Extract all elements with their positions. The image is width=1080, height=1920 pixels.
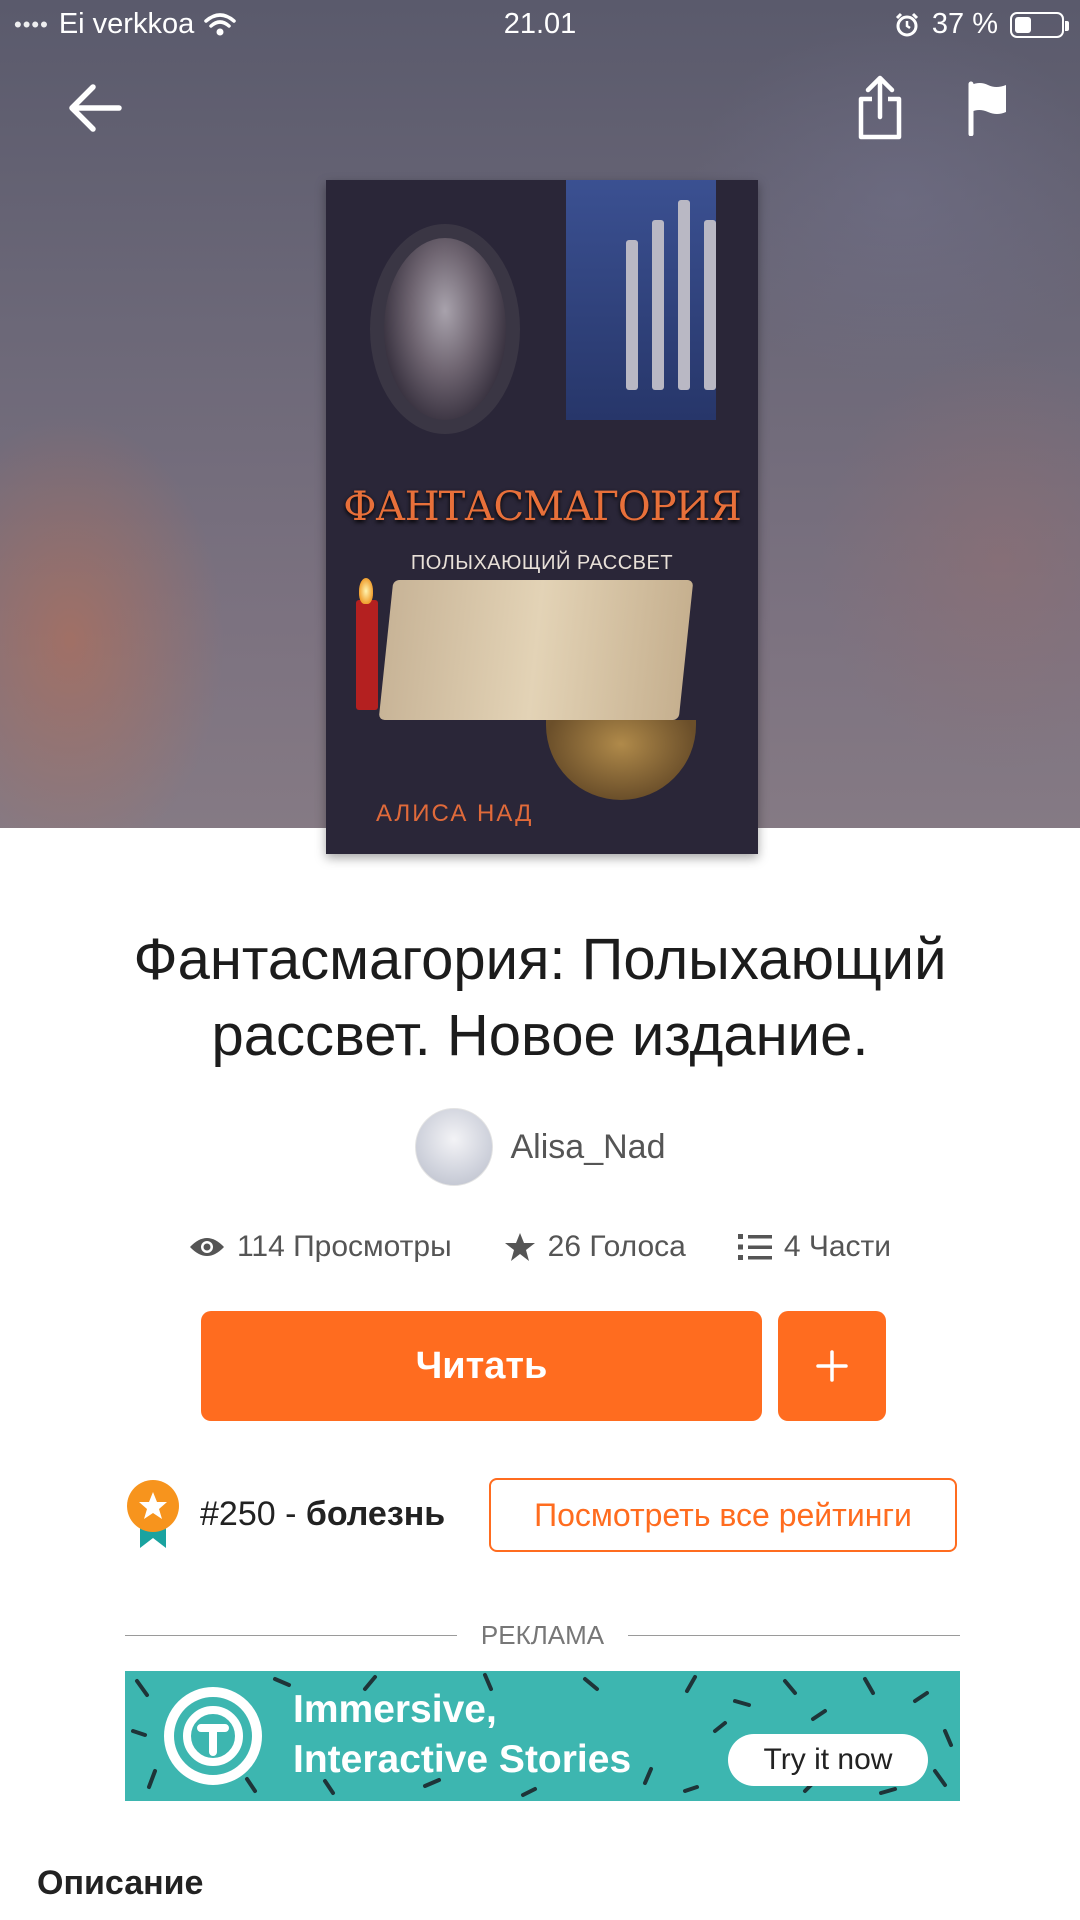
- stat-views: 114 Просмотры: [189, 1230, 452, 1264]
- status-bar: •••• Ei verkkoa 21.01 37 %: [0, 0, 1080, 52]
- arrow-left-icon: [69, 84, 122, 132]
- rank-separator: -: [275, 1494, 306, 1533]
- cover-bowl: [546, 720, 696, 800]
- back-button[interactable]: [62, 72, 126, 144]
- report-button[interactable]: [956, 72, 1020, 144]
- cover-red-candle: [356, 600, 378, 710]
- ad-banner[interactable]: Immersive, Interactive Stories Try it no…: [125, 1671, 960, 1801]
- author-name[interactable]: Alisa_Nad: [511, 1128, 666, 1167]
- plus-icon: [816, 1350, 848, 1382]
- list-icon: [737, 1234, 772, 1260]
- cover-book: [378, 580, 694, 720]
- status-right: 37 %: [894, 8, 1069, 41]
- cover-candelabra: [616, 200, 736, 450]
- ad-headline-line-1: Immersive,: [293, 1688, 497, 1731]
- ad-headline-line-2: Interactive Stories: [293, 1738, 632, 1781]
- cover-subtitle: ПОЛЫХАЮЩИЙ РАССВЕТ: [410, 552, 674, 574]
- story-title: Фантасмагория: Полыхающий рассвет. Новое…: [133, 927, 947, 1068]
- book-cover[interactable]: ФАНТАСМАГОРИЯ ПОЛЫХАЮЩИЙ РАССВЕТ АЛИСА Н…: [326, 180, 758, 854]
- share-button[interactable]: [848, 72, 912, 144]
- author-link[interactable]: Alisa_Nad: [0, 1108, 1080, 1186]
- cover-flame: [359, 578, 373, 604]
- flag-icon: [968, 81, 1006, 136]
- rank-number: #250: [200, 1494, 276, 1533]
- votes-count: 26 Голоса: [547, 1230, 686, 1263]
- cover-title: ФАНТАСМАГОРИЯ: [343, 484, 742, 530]
- cover-author: АЛИСА НАД: [376, 800, 534, 827]
- read-button[interactable]: Читать: [201, 1311, 762, 1421]
- cover-mirror: [370, 224, 520, 434]
- description-heading: Описание: [37, 1864, 204, 1902]
- stat-parts[interactable]: 4 Части: [737, 1230, 891, 1264]
- ad-label-text: РЕКЛАМА: [480, 1620, 605, 1650]
- divider: [628, 1635, 961, 1636]
- view-all-rankings-button[interactable]: Посмотреть все рейтинги: [489, 1478, 957, 1552]
- battery-icon: [1010, 11, 1069, 38]
- share-icon: [858, 75, 902, 140]
- ad-headline: Immersive, Interactive Stories: [293, 1685, 631, 1785]
- ranking-text: #250 - болезнь: [200, 1495, 445, 1534]
- alarm-icon: [895, 12, 918, 36]
- add-to-library-button[interactable]: [778, 1311, 886, 1421]
- ranking-badge: #250 - болезнь: [124, 1478, 445, 1550]
- ribbon-medal-icon: [127, 1480, 179, 1548]
- battery-percent: 37 %: [931, 8, 998, 40]
- stat-votes: 26 Голоса: [504, 1230, 686, 1264]
- divider: [125, 1635, 457, 1636]
- eye-icon: [189, 1238, 224, 1256]
- parts-count[interactable]: 4 Части: [784, 1230, 891, 1264]
- ad-cta-button[interactable]: Try it now: [728, 1734, 928, 1786]
- story-stats: 114 Просмотры 26 Голоса 4 Части: [0, 1230, 1080, 1264]
- rank-tag: болезнь: [305, 1494, 446, 1533]
- ad-label: РЕКЛАМА: [125, 1620, 961, 1651]
- tapstory-logo: [164, 1687, 262, 1785]
- avatar[interactable]: [414, 1108, 493, 1186]
- views-count: 114 Просмотры: [236, 1230, 452, 1263]
- star-icon: [504, 1233, 535, 1261]
